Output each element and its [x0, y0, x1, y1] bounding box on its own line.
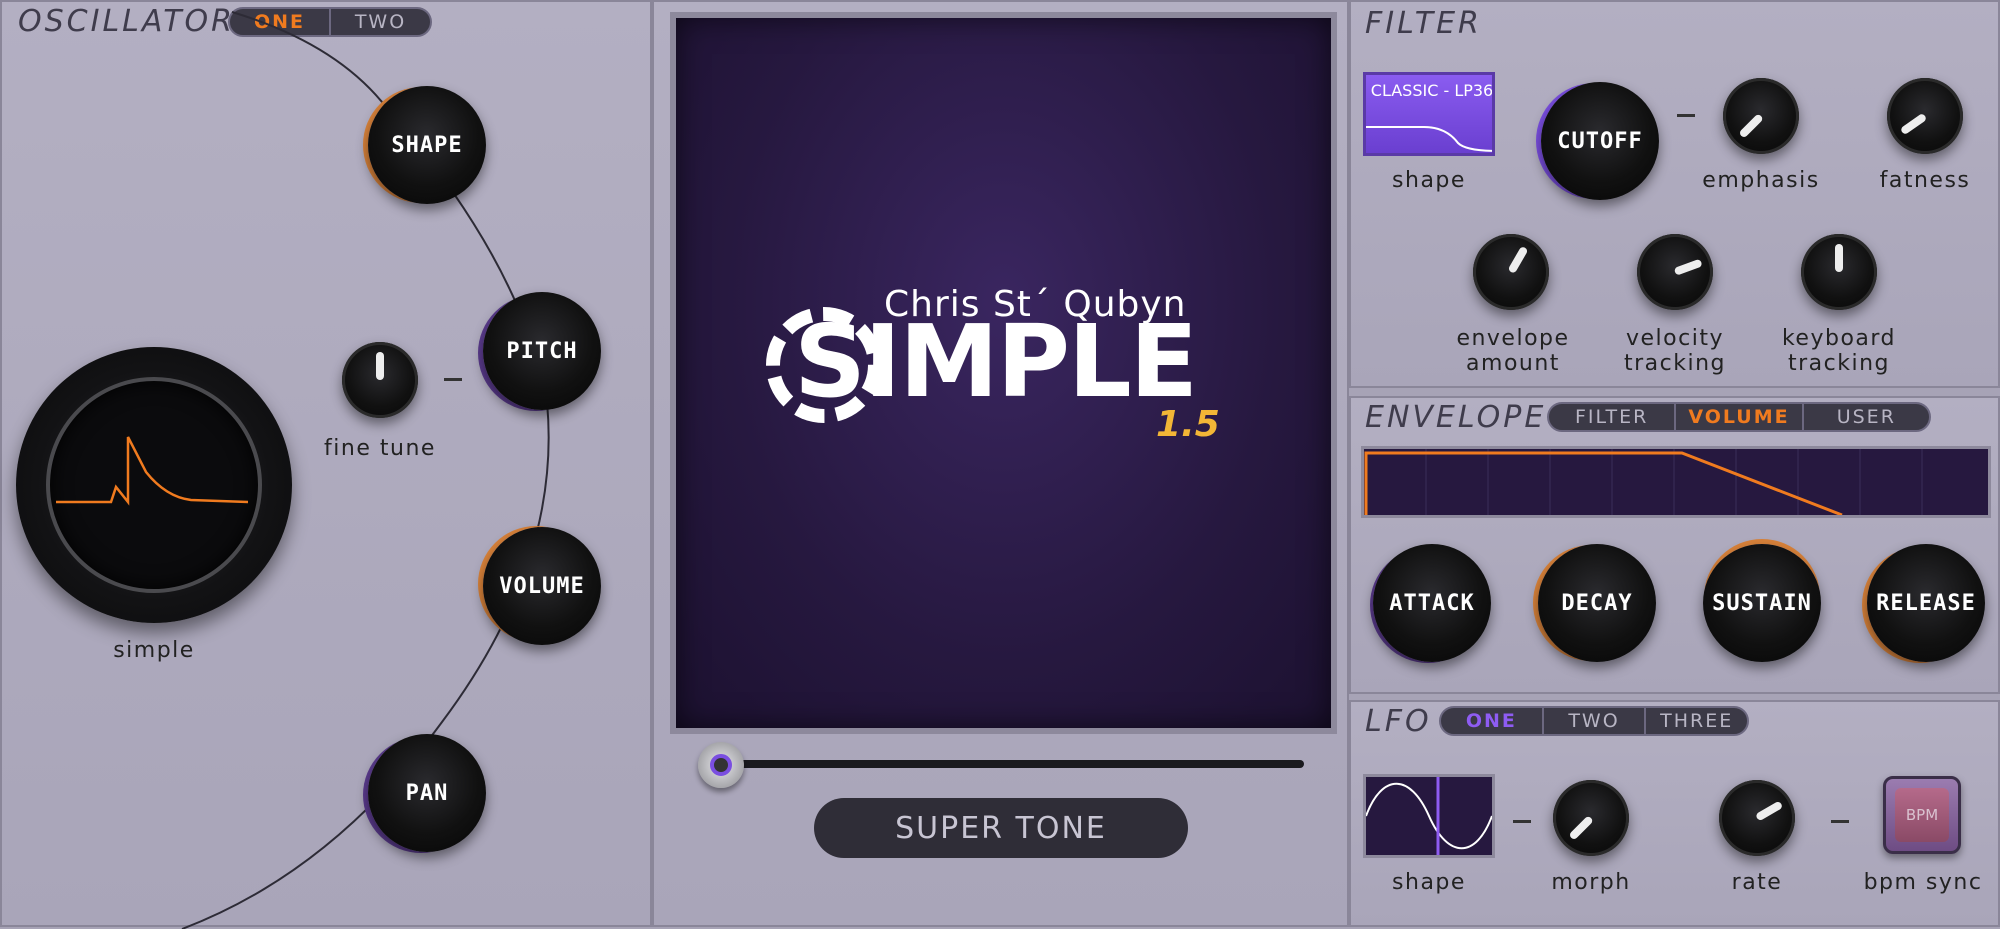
filter-velocity-tracking-knob[interactable] [1637, 234, 1713, 310]
envelope-release-knob[interactable]: RELEASE [1867, 544, 1985, 662]
lfo-shape-label: shape [1392, 870, 1466, 895]
envelope-title: ENVELOPE [1365, 400, 1547, 435]
filter-cutoff-knob[interactable]: CUTOFF [1541, 82, 1659, 200]
filter-cutoff-knob-label: CUTOFF [1557, 128, 1643, 154]
lfo-morph-label: morph [1551, 870, 1631, 895]
oscillator-title: OSCILLATOR [18, 4, 236, 39]
oscillator-tab-one[interactable]: ONE [230, 9, 331, 35]
oscillator-tab-switch: ONE TWO [228, 7, 432, 37]
filter-panel: FILTER CLASSIC - LP36 shape CUTOFF empha… [1349, 0, 2000, 388]
osc-pitch-knob[interactable]: PITCH [483, 292, 601, 410]
lfo-morph-knob[interactable] [1553, 780, 1629, 856]
envelope-release-knob-label: RELEASE [1876, 590, 1976, 616]
envelope-attack-knob-label: ATTACK [1389, 590, 1475, 616]
osc-shape-knob-label: SHAPE [391, 132, 463, 158]
filter-velocity-tracking-label: velocity tracking [1623, 326, 1726, 376]
envelope-graph[interactable] [1361, 446, 1991, 518]
filter-title: FILTER [1365, 6, 1482, 41]
osc-shape-knob[interactable]: SHAPE [368, 86, 486, 204]
cutoff-dash [1677, 114, 1695, 117]
filter-shape-display[interactable]: CLASSIC - LP36 [1363, 72, 1495, 156]
filter-envelope-amount-knob[interactable] [1473, 234, 1549, 310]
lfo-rate-label: rate [1731, 870, 1783, 895]
envelope-sustain-knob-label: SUSTAIN [1712, 590, 1812, 616]
filter-envelope-amount-label: envelope amount [1456, 326, 1570, 376]
lfo-panel: LFO ONE TWO THREE shape morph rate BPM b… [1349, 700, 2000, 927]
center-panel: Chris St´ Qubyn SIMPLE 1.5 SUPER TONE [652, 0, 1349, 927]
filter-fatness-knob[interactable] [1887, 78, 1963, 154]
lfo-shape-dash [1513, 820, 1531, 823]
lfo-tab-two[interactable]: TWO [1544, 708, 1647, 734]
osc-volume-knob[interactable]: VOLUME [483, 527, 601, 645]
bpm-sync-button[interactable]: BPM [1883, 776, 1961, 854]
envelope-tab-switch: FILTER VOLUME USER [1547, 402, 1931, 432]
envelope-panel: ENVELOPE FILTER VOLUME USER ATTACK DECAY… [1349, 396, 2000, 694]
wave-selector-knob[interactable] [16, 347, 292, 623]
oscillator-panel: OSCILLATOR ONE TWO simple SHAPE PITCH fi… [0, 0, 652, 929]
display-version: 1.5 [1156, 404, 1220, 445]
lfo-sine-icon [1366, 777, 1492, 855]
fine-tune-dash [444, 378, 462, 381]
envelope-attack-knob[interactable]: ATTACK [1373, 544, 1491, 662]
envelope-sustain-knob[interactable]: SUSTAIN [1703, 544, 1821, 662]
osc-pitch-knob-label: PITCH [506, 338, 578, 364]
filter-fatness-label: fatness [1879, 168, 1971, 193]
filter-keyboard-tracking-knob[interactable] [1801, 234, 1877, 310]
display-product: SIMPLE [794, 303, 1198, 420]
filter-curve-icon [1366, 126, 1492, 152]
osc-volume-knob-label: VOLUME [499, 573, 585, 599]
envelope-tab-user[interactable]: USER [1804, 404, 1929, 430]
filter-emphasis-knob[interactable] [1723, 78, 1799, 154]
preset-slider-handle[interactable] [698, 742, 744, 788]
oscillator-tab-two[interactable]: TWO [331, 9, 430, 35]
filter-keyboard-tracking-label: keyboard tracking [1781, 326, 1897, 376]
lfo-tab-switch: ONE TWO THREE [1439, 706, 1749, 736]
envelope-decay-knob-label: DECAY [1561, 590, 1633, 616]
envelope-decay-knob[interactable]: DECAY [1538, 544, 1656, 662]
wave-display-icon [56, 436, 249, 506]
lfo-tab-three[interactable]: THREE [1646, 708, 1747, 734]
envelope-tab-volume[interactable]: VOLUME [1676, 404, 1804, 430]
bpm-sync-label: bpm sync [1863, 870, 1983, 895]
wave-label: simple [113, 638, 195, 663]
filter-shape-label: shape [1392, 168, 1466, 193]
filter-emphasis-label: emphasis [1702, 168, 1820, 193]
envelope-tab-filter[interactable]: FILTER [1549, 404, 1677, 430]
preset-slider-track[interactable] [704, 760, 1304, 768]
preset-name-display[interactable]: SUPER TONE [814, 798, 1188, 858]
lfo-rate-knob[interactable] [1719, 780, 1795, 856]
fine-tune-knob[interactable] [342, 342, 418, 418]
lfo-tab-one[interactable]: ONE [1441, 708, 1544, 734]
lfo-rate-dash [1831, 820, 1849, 823]
osc-pan-knob-label: PAN [405, 780, 449, 806]
fine-tune-label: fine tune [324, 436, 436, 461]
lfo-shape-display[interactable] [1363, 774, 1495, 858]
bpm-sync-button-label: BPM [1905, 806, 1939, 824]
lfo-title: LFO [1365, 704, 1432, 739]
osc-pan-knob[interactable]: PAN [368, 734, 486, 852]
envelope-curve-icon [1364, 449, 1923, 515]
